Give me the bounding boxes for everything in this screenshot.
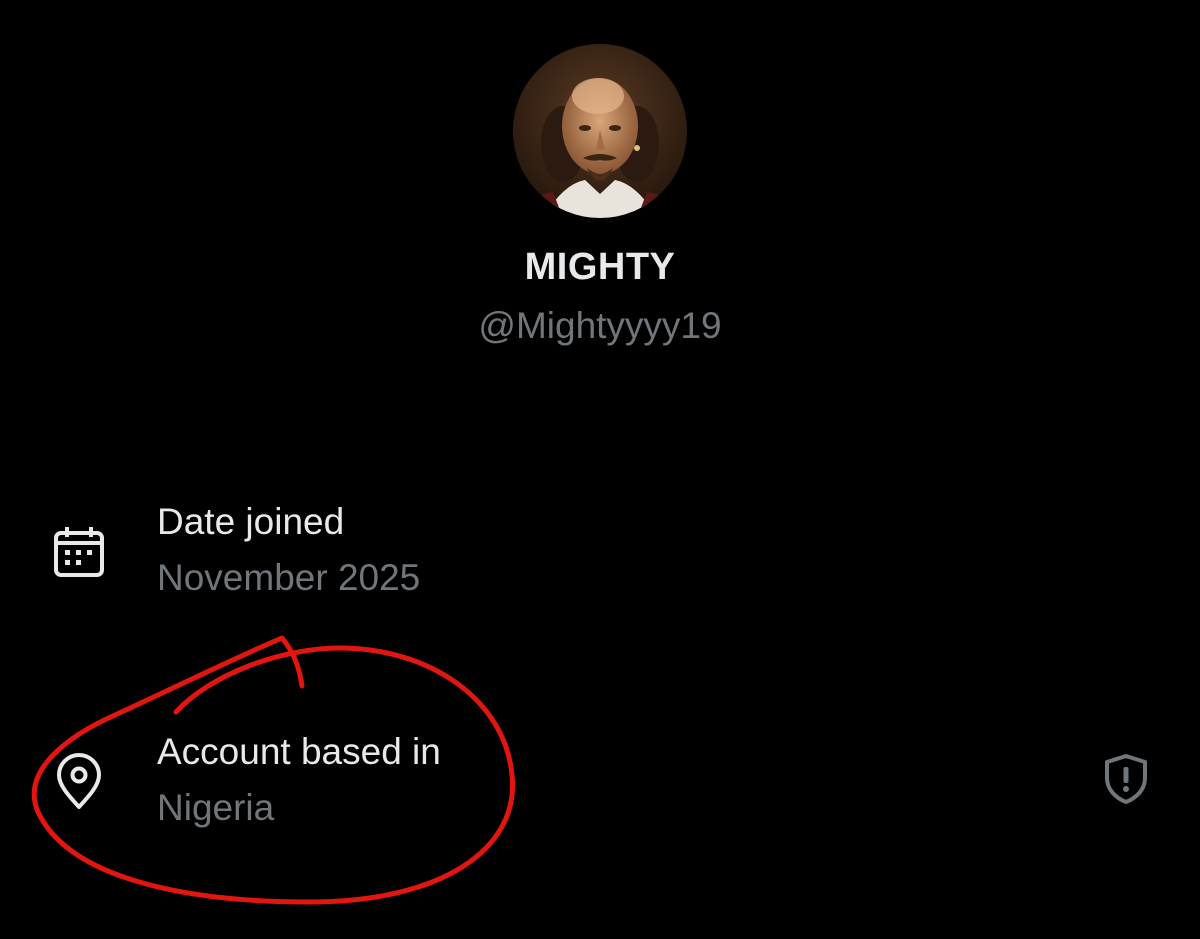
profile-header: MIGHTY @Mightyyyy19	[0, 0, 1200, 360]
account-location-value: Nigeria	[157, 787, 275, 828]
account-location-row: Account based in Nigeria	[0, 725, 1200, 835]
user-handle: @Mightyyyy19	[478, 305, 722, 346]
shield-alert-icon[interactable]	[1100, 752, 1152, 806]
avatar[interactable]	[513, 44, 687, 218]
account-location-label: Account based in	[157, 731, 441, 772]
calendar-icon	[50, 523, 108, 581]
date-joined-value: November 2025	[157, 557, 421, 598]
date-joined-label: Date joined	[157, 501, 345, 542]
date-joined-row: Date joined November 2025	[0, 495, 1200, 605]
avatar-portrait	[513, 44, 687, 218]
location-pin-icon	[50, 753, 108, 811]
display-name: MIGHTY	[524, 246, 676, 288]
